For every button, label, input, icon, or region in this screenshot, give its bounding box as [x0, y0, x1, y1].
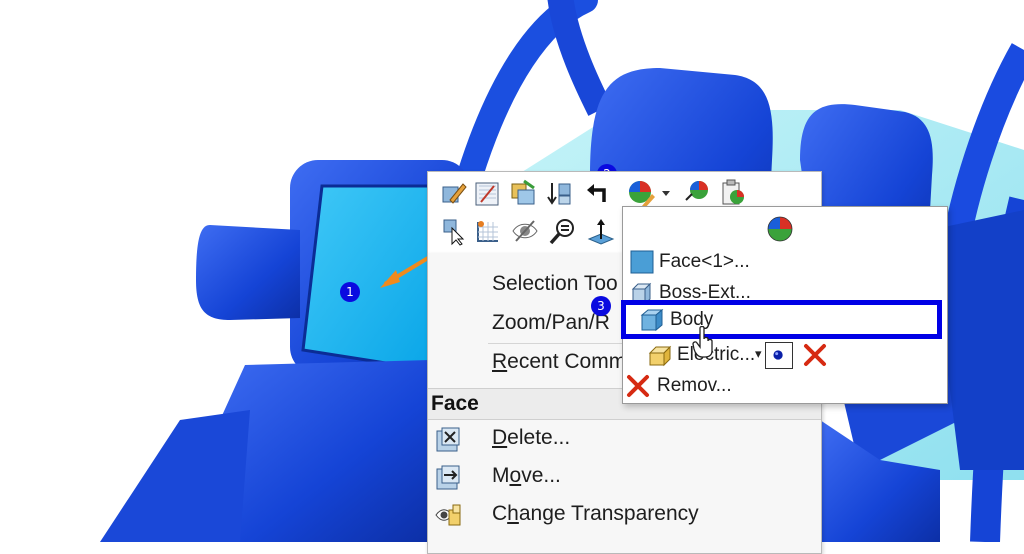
sketch-icon[interactable]: [472, 178, 502, 208]
menu-item-label: Selection Too: [492, 272, 618, 295]
part-icon: [647, 342, 673, 368]
menu-item-label: Delete...: [492, 426, 571, 449]
change-transparency-icon: [434, 501, 462, 529]
menu-item-label: Recent Comm: [492, 350, 627, 373]
face-icon: [629, 249, 655, 275]
menu-item-label: Zoom/Pan/R: [492, 311, 610, 334]
callout-badge-1: 1: [340, 282, 360, 302]
menu-item-delete[interactable]: Delete...: [428, 421, 821, 457]
normal-to-icon[interactable]: [586, 216, 616, 246]
menu-item-label: Move...: [492, 464, 561, 487]
side-knob: [196, 225, 300, 320]
flyout-item-remove[interactable]: Remov...: [623, 371, 947, 402]
menu-item-change-transparency[interactable]: Change Transparency: [428, 497, 821, 533]
appearance-callout-icon[interactable]: [682, 178, 712, 208]
zoom-to-selection-icon[interactable]: [548, 216, 578, 246]
sketch-grid-icon[interactable]: [472, 216, 502, 246]
delete-face-icon: [434, 425, 462, 453]
close-icon[interactable]: [801, 341, 829, 369]
hand-cursor-icon: [692, 325, 716, 358]
flyout-item-face[interactable]: Face<1>...: [623, 247, 947, 278]
flyout-item-label: Remov...: [657, 375, 732, 396]
dashboard-screen[interactable]: [301, 184, 432, 372]
section-title: Face: [431, 392, 479, 415]
lower-step: [100, 410, 250, 542]
copy-appearance-icon[interactable]: [718, 178, 748, 208]
rollback-icon[interactable]: [544, 178, 574, 208]
appearance-icon[interactable]: [626, 178, 656, 208]
select-other-icon[interactable]: [438, 216, 468, 246]
flyout-item-body[interactable]: Body: [621, 300, 942, 339]
edit-feature-icon[interactable]: [508, 178, 538, 208]
chevron-down-icon[interactable]: ▾: [755, 346, 762, 362]
appearance-dropdown-icon[interactable]: [660, 178, 672, 208]
hide-icon[interactable]: [510, 216, 540, 246]
flyout-item-label: Face<1>...: [659, 251, 750, 272]
menu-item-label: Change Transparency: [492, 502, 699, 525]
appearance-sphere-icon: [766, 215, 794, 243]
edit-part-icon[interactable]: [438, 178, 468, 208]
flyout-item-electric[interactable]: Electric... ▾: [623, 340, 947, 371]
move-face-icon: [434, 463, 462, 491]
return-icon[interactable]: [584, 178, 614, 208]
body-icon: [639, 307, 665, 333]
flyout-item-label: Electric...: [677, 344, 756, 365]
remove-x-icon: [625, 373, 651, 399]
menu-item-move[interactable]: Move...: [428, 459, 821, 495]
callout-badge-3: 3: [591, 296, 611, 316]
color-swatch-icon[interactable]: [765, 342, 793, 369]
